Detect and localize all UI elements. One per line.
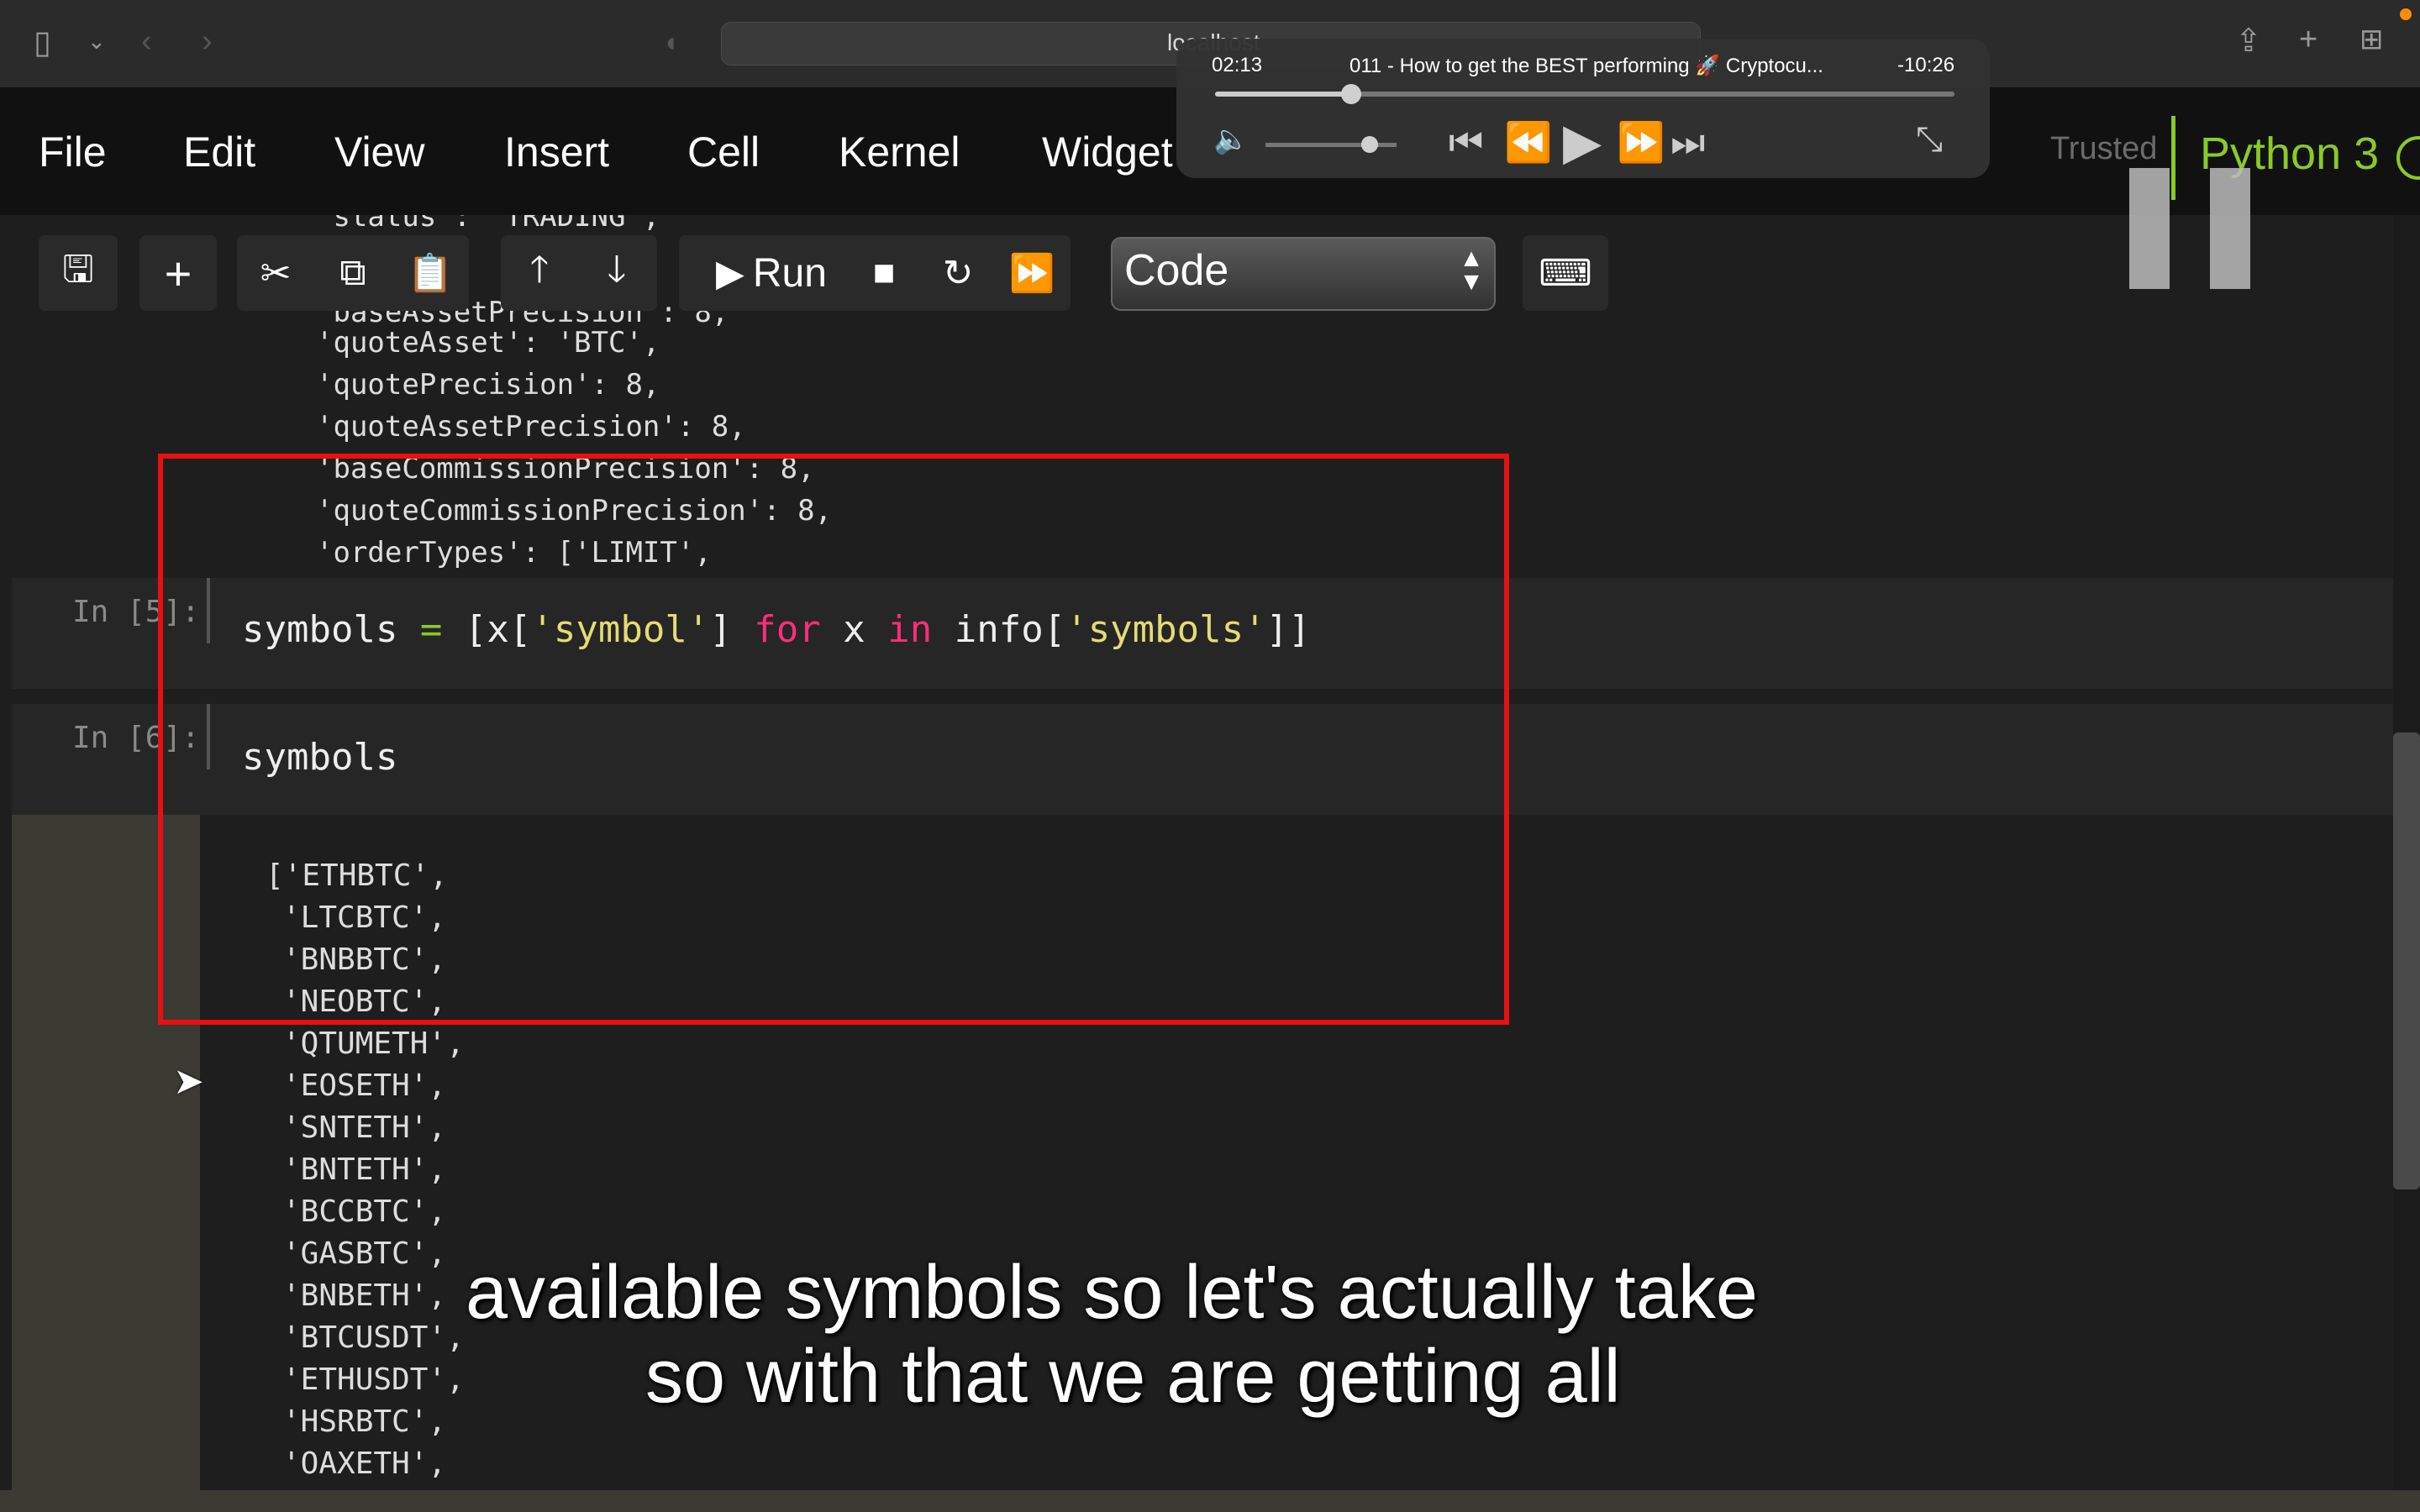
rewind-icon[interactable]: ⏪ xyxy=(1504,119,1552,165)
output-line: 'EOSETH', xyxy=(282,1068,447,1103)
cell-type-select[interactable]: Code ▲ ▼ xyxy=(1111,237,1496,311)
mute-icon[interactable]: 🔈 xyxy=(1213,123,1249,156)
output-line: 'GASBTC', xyxy=(282,1236,447,1271)
run-label: Run xyxy=(752,250,827,296)
menu-widget[interactable]: Widget xyxy=(1042,128,1173,176)
scissors-icon[interactable]: ✂ xyxy=(237,235,314,311)
run-button[interactable]: ▶ Run xyxy=(696,235,847,311)
tab-overview-icon[interactable]: ⊞ xyxy=(2360,25,2384,54)
new-tab-icon[interactable]: + xyxy=(2299,24,2317,55)
output-line: 'BTCUSDT', xyxy=(282,1320,465,1355)
play-icon: ▶ xyxy=(716,252,744,294)
edit-group: ✂ ⧉ 📋 xyxy=(237,235,469,311)
select-arrows-icon: ▲ ▼ xyxy=(1459,244,1484,296)
kernel-status-icon xyxy=(2396,136,2420,180)
menu-insert[interactable]: Insert xyxy=(504,128,609,176)
cell-type-label: Code xyxy=(1124,246,1229,295)
output-line: 'quoteAsset': 'BTC', xyxy=(316,326,660,360)
pause-bar-left xyxy=(2129,168,2170,289)
keyboard-group: ⌨ xyxy=(1523,235,1608,311)
menu-edit[interactable]: Edit xyxy=(183,128,255,176)
output-line: 'ETHUSDT', xyxy=(282,1362,465,1397)
output-line: 'OAXETH', xyxy=(282,1446,447,1481)
notification-dot xyxy=(2400,8,2412,20)
insert-group: + xyxy=(139,235,217,311)
output-line: 'status': 'TRADING', xyxy=(316,215,660,234)
move-group: 🡑 🡓 xyxy=(501,235,657,311)
output-line: 'SNTETH', xyxy=(282,1110,447,1145)
volume-knob[interactable] xyxy=(1361,136,1378,153)
menu-file[interactable]: File xyxy=(39,128,107,176)
fast-forward-icon[interactable]: ⏩ xyxy=(1617,119,1665,165)
menu-view[interactable]: View xyxy=(334,128,424,176)
progress-knob[interactable] xyxy=(1341,84,1361,104)
scrollbar-thumb[interactable] xyxy=(2393,732,2420,1189)
arrow-up-icon[interactable]: 🡑 xyxy=(501,235,578,311)
subtitle-line-1: available symbols so let's actually take xyxy=(466,1251,1758,1335)
menu-kernel[interactable]: Kernel xyxy=(839,128,960,176)
sidebar-icon[interactable]: ▯ xyxy=(34,27,51,59)
restart-icon[interactable]: ↻ xyxy=(921,235,995,311)
paste-icon[interactable]: 📋 xyxy=(392,235,469,311)
output-line: 'QTUMETH', xyxy=(282,1026,465,1061)
output-line: 'HSRBTC', xyxy=(282,1404,447,1439)
video-title: 011 - How to get the BEST performing 🚀 C… xyxy=(1349,55,1823,77)
progress-bar[interactable] xyxy=(1215,92,1954,97)
keyboard-icon[interactable]: ⌨ xyxy=(1523,235,1608,311)
output-line: 'quotePrecision': 8, xyxy=(316,368,660,402)
bottom-strip xyxy=(0,1490,2420,1512)
remaining-time: -10:26 xyxy=(1897,54,1955,76)
stop-icon[interactable]: ■ xyxy=(847,235,921,311)
share-icon[interactable]: ⇪ xyxy=(2235,25,2262,57)
fast-forward-icon[interactable]: ⏩ xyxy=(995,235,1069,311)
collapse-icon[interactable]: ⤡ xyxy=(1916,121,1943,159)
output-line: 'BNBETH', xyxy=(282,1278,447,1313)
video-player[interactable]: 02:13 011 - How to get the BEST performi… xyxy=(1176,39,1990,178)
subtitle-line-2: so with that we are getting all xyxy=(645,1335,1621,1419)
save-group: 🖫 xyxy=(39,235,118,311)
back-icon[interactable]: ‹ xyxy=(141,25,152,57)
copy-icon[interactable]: ⧉ xyxy=(314,235,392,311)
elapsed-time: 02:13 xyxy=(1212,54,1263,76)
trusted-indicator[interactable]: Trusted xyxy=(2050,131,2157,167)
run-group: ▶ Run ■ ↻ ⏩ xyxy=(679,235,1071,311)
skip-back-icon[interactable]: ⏮ xyxy=(1449,119,1483,166)
play-icon[interactable]: ▶ xyxy=(1563,113,1602,171)
progress-fill xyxy=(1215,92,1349,97)
output-line: 'quoteAssetPrecision': 8, xyxy=(316,410,746,444)
skip-forward-icon[interactable]: ⏭ xyxy=(1670,119,1705,166)
output-line: 'BNTETH', xyxy=(282,1152,447,1187)
menu-cell[interactable]: Cell xyxy=(687,128,760,176)
pause-bar-right xyxy=(2210,168,2250,289)
add-cell-button[interactable]: + xyxy=(139,235,217,311)
highlight-box xyxy=(158,454,1509,1025)
shield-icon: ◐ xyxy=(666,27,682,57)
arrow-down-icon[interactable]: 🡓 xyxy=(578,235,655,311)
save-icon[interactable]: 🖫 xyxy=(39,235,118,311)
mouse-cursor-icon: ➤ xyxy=(173,1061,204,1102)
output-line: 'BCCBTC', xyxy=(282,1194,447,1229)
forward-icon[interactable]: › xyxy=(202,25,213,57)
kernel-separator xyxy=(2171,116,2175,200)
chevron-down-icon[interactable]: ⌄ xyxy=(87,30,106,52)
